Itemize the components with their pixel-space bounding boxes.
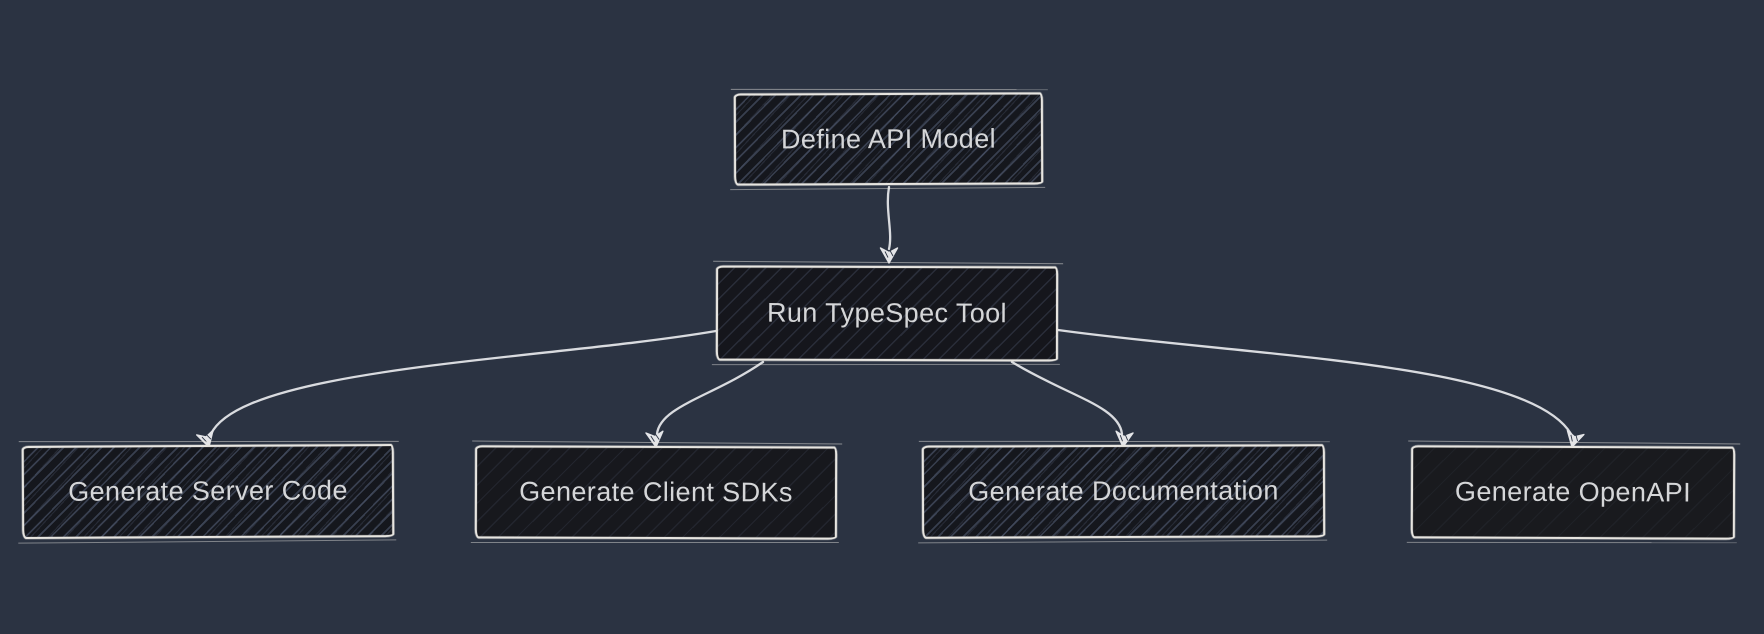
node-generate-openapi: Generate OpenAPI [1411,445,1735,539]
edge-define-api-model-to-run-typespec-tool [888,187,890,249]
node-generate-server-code: Generate Server Code [22,444,394,539]
node-label: Generate OpenAPI [1455,476,1691,508]
edge-run-typespec-tool-to-generate-client-sdks [657,362,763,434]
node-label: Run TypeSpec Tool [767,298,1007,330]
node-run-typespec-tool: Run TypeSpec Tool [716,266,1058,362]
node-label: Generate Server Code [68,475,348,507]
flowchart-canvas: Define API Model Run TypeSpec Tool Gener… [0,0,1764,634]
node-generate-documentation: Generate Documentation [922,444,1325,538]
edge-run-typespec-tool-to-generate-server-code [211,331,716,434]
edge-run-typespec-tool-to-generate-documentation [1012,362,1122,434]
node-label: Generate Documentation [968,475,1279,507]
node-generate-client-sdks: Generate Client SDKs [475,445,837,539]
node-label: Generate Client SDKs [519,477,793,509]
node-label: Define API Model [781,123,996,155]
node-define-api-model: Define API Model [734,92,1043,185]
arrowhead-icon [881,248,898,263]
edge-run-typespec-tool-to-generate-openapi [1058,330,1571,434]
